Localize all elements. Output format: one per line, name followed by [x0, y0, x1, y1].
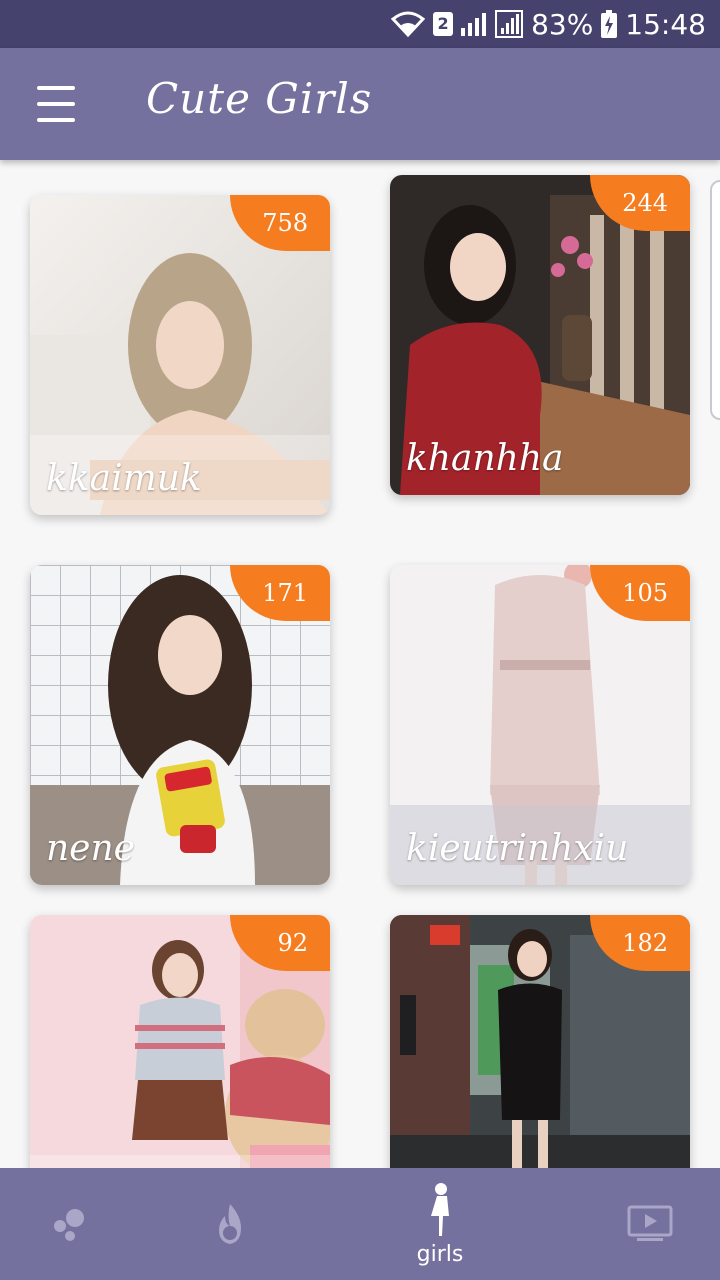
flame-icon	[219, 1204, 241, 1244]
card-name-band	[390, 1155, 690, 1168]
clock: 15:48	[625, 7, 706, 41]
girl-card[interactable]: 92	[30, 915, 330, 1168]
girl-card[interactable]: 758 kkaimuk	[30, 195, 330, 515]
girl-name: kieutrinhxiu	[406, 828, 629, 869]
girl-name: nene	[46, 828, 135, 869]
girls-grid[interactable]: 758 kkaimuk 244 khanhha 171 nene 105 kie…	[0, 160, 720, 1168]
dots-icon	[54, 1209, 84, 1241]
hamburger-line	[37, 102, 75, 106]
nav-item-video[interactable]	[590, 1168, 710, 1280]
card-name-band	[30, 1155, 330, 1168]
girl-silhouette-icon	[431, 1182, 449, 1236]
bottom-navigation: girls	[0, 1168, 720, 1280]
nav-item-discover[interactable]	[10, 1168, 130, 1280]
girl-card[interactable]: 171 nene	[30, 565, 330, 885]
girl-card[interactable]: 244 khanhha	[390, 175, 690, 495]
battery-percent: 83%	[531, 7, 594, 41]
nav-label-girls: girls	[416, 1241, 464, 1267]
status-bar: 2 83% 15:48	[0, 0, 720, 48]
girl-name: kkaimuk	[46, 458, 202, 499]
sim-slot-badge: 2	[433, 12, 454, 36]
girl-card[interactable]: 182	[390, 915, 690, 1168]
signal-icon	[461, 12, 487, 36]
nav-item-girls[interactable]: girls	[380, 1168, 500, 1280]
hamburger-line	[37, 118, 75, 122]
wifi-icon	[391, 11, 426, 37]
signal-box-icon	[495, 10, 524, 38]
battery-charging-icon	[601, 10, 618, 38]
hamburger-menu-icon	[37, 86, 75, 90]
page-title: Cute Girls	[146, 74, 373, 123]
nav-item-hot[interactable]	[170, 1168, 290, 1280]
video-play-icon	[627, 1205, 673, 1241]
menu-button[interactable]	[30, 84, 82, 124]
app-bar: Cute Girls	[0, 48, 720, 160]
offscreen-card-edge	[710, 180, 720, 420]
girl-name: khanhha	[406, 438, 564, 479]
girl-card[interactable]: 105 kieutrinhxiu	[390, 565, 690, 885]
